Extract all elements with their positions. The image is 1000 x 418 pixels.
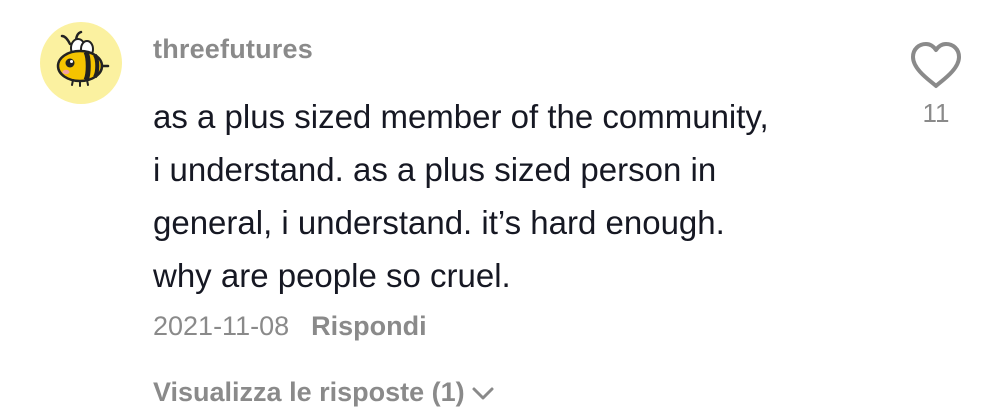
- comment-text: as a plus sized member of the community,…: [153, 90, 873, 302]
- comment-meta: 2021-11-08 Rispondi: [153, 311, 427, 342]
- reply-button[interactable]: Rispondi: [311, 311, 427, 342]
- comment-text-line: general, i understand. it’s hard enough.: [153, 204, 725, 241]
- comment-text-line: i understand. as a plus sized person in: [153, 151, 717, 188]
- bee-avatar-icon: [56, 30, 110, 87]
- chevron-down-icon: [471, 385, 495, 401]
- comment-date: 2021-11-08: [153, 311, 290, 341]
- view-replies-button[interactable]: Visualizza le risposte (1): [153, 377, 495, 408]
- user-avatar[interactable]: [40, 22, 122, 104]
- comment-item: threefutures as a plus sized member of t…: [0, 0, 1000, 418]
- comment-text-line: why are people so cruel.: [153, 257, 511, 294]
- like-button[interactable]: [908, 40, 964, 90]
- like-section: 11: [904, 40, 968, 129]
- view-replies-label: Visualizza le risposte (1): [153, 377, 465, 407]
- heart-outline-icon: [911, 42, 961, 88]
- comment-username[interactable]: threefutures: [153, 34, 313, 65]
- like-count: 11: [922, 98, 950, 128]
- comment-text-line: as a plus sized member of the community,: [153, 98, 769, 135]
